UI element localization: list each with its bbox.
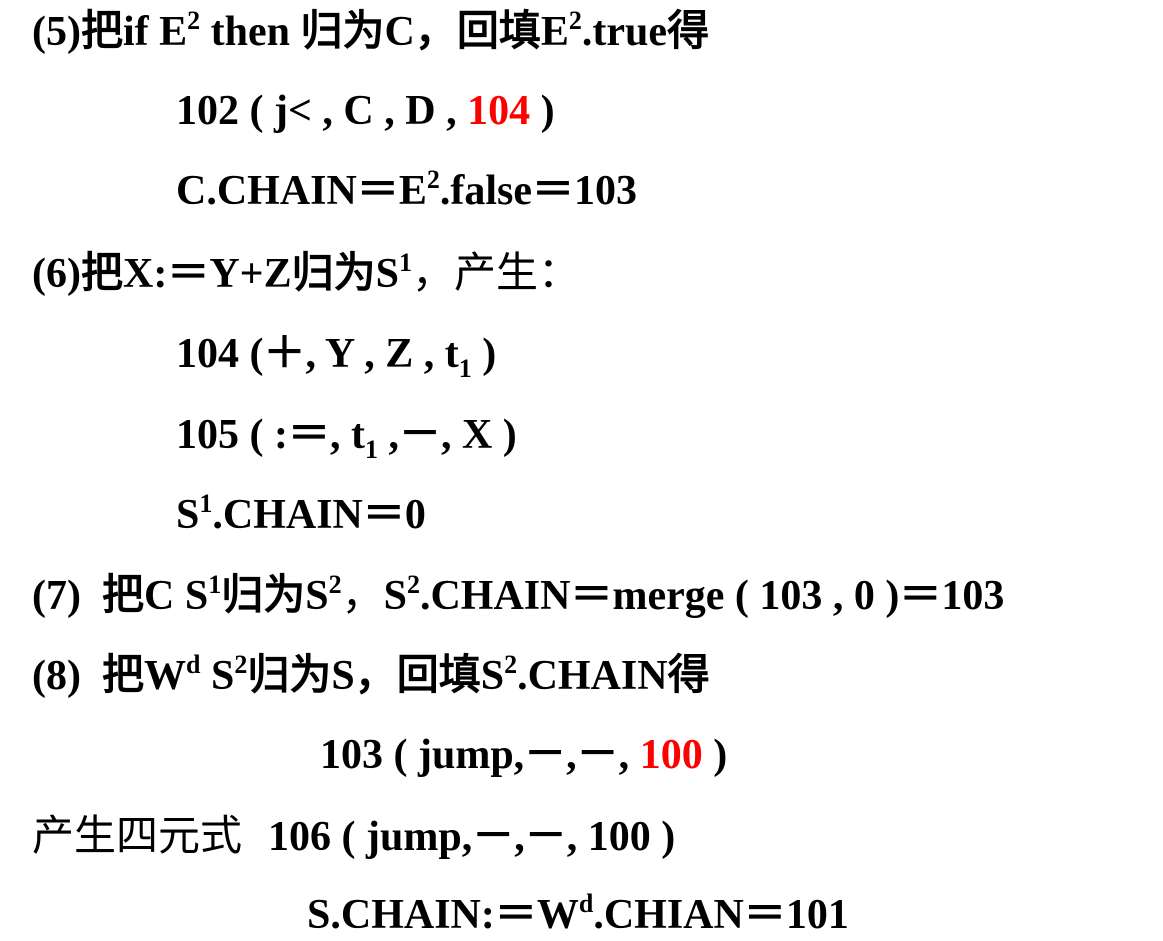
superscript: 2 — [504, 650, 518, 679]
step-number: (5) — [32, 9, 81, 55]
text-segment: X:＝Y+Z — [123, 251, 292, 297]
text-segment: ) — [702, 732, 728, 778]
cjk-text: 把 — [101, 570, 144, 619]
step-5-heading: (5)把if E2 then 归为C，回填E2.true得 — [32, 6, 709, 56]
text-segment: ) — [530, 88, 555, 134]
cjk-text: 回填 — [456, 6, 541, 55]
text-segment: if E — [123, 9, 188, 55]
text-segment: 104 (＋, Y , Z , t — [176, 331, 459, 377]
text-segment: 102 ( j< , C , D , — [176, 88, 468, 134]
chain-s: S.CHAIN:＝Wd.CHIAN＝101 — [307, 890, 849, 940]
superscript: 2 — [406, 570, 420, 599]
cjk-text: 得 — [667, 6, 710, 55]
quadruple-104: 104 (＋, Y , Z , t1 ) — [176, 329, 497, 382]
text-segment: S.CHAIN:＝W — [307, 892, 579, 938]
superscript: 2 — [568, 6, 582, 35]
text-segment: ) — [471, 331, 497, 377]
text-segment: S — [480, 653, 505, 699]
step-8-heading: (8) 把Wd S2归为S，回填S2.CHAIN得 — [32, 650, 710, 700]
text-segment: S — [375, 251, 399, 297]
backfill-value: 100 — [639, 732, 703, 778]
chain-c: C.CHAIN＝E2.false＝103 — [176, 166, 637, 216]
text-segment: 105 ( :＝, t — [176, 412, 365, 458]
superscript: 2 — [187, 6, 201, 35]
superscript: d — [578, 889, 594, 918]
text-segment: S — [176, 492, 200, 538]
text-segment: .CHAIN＝merge ( 103 , 0 )＝103 — [419, 573, 1005, 619]
subscript: 1 — [458, 354, 472, 383]
text-segment: .true — [581, 9, 668, 55]
text-segment: .CHAIN＝0 — [212, 492, 426, 538]
cjk-text: 归为 — [300, 6, 385, 55]
cjk-text: 归为 — [221, 570, 306, 619]
cjk-text: 把 — [80, 248, 123, 297]
text-segment: .CHIAN＝101 — [593, 892, 849, 938]
text-segment: S — [305, 573, 329, 619]
quadruple-103: 103 ( jump,－,－, 100 ) — [320, 730, 727, 780]
superscript: 1 — [208, 570, 222, 599]
cjk-text: 产生四元式 — [32, 811, 243, 860]
backfill-value: 104 — [467, 88, 531, 134]
cjk-text: ， — [341, 570, 384, 619]
cjk-text: 得 — [667, 650, 710, 699]
text-segment: E — [540, 9, 569, 55]
cjk-text: ，产生： — [411, 248, 580, 297]
superscript: 2 — [426, 165, 440, 194]
superscript: 2 — [328, 570, 342, 599]
text-segment: C， — [384, 9, 457, 55]
superscript: d — [186, 650, 201, 679]
cjk-text: 归为 — [291, 248, 376, 297]
cjk-text: 归为 — [247, 650, 332, 699]
text-segment: 103 ( jump,－,－, — [320, 732, 640, 778]
text-segment: 106 ( jump,－,－, 100 ) — [268, 814, 676, 860]
quadruple-105: 105 ( :＝, t1 ,－, X ) — [176, 410, 517, 463]
text-segment: .false＝103 — [439, 168, 638, 214]
quadruple-106-line: 产生四元式 106 ( jump,－,－, 100 ) — [32, 811, 675, 861]
cjk-text: 把 — [101, 650, 144, 699]
text-segment: then — [200, 9, 301, 55]
cjk-text: 把 — [80, 6, 123, 55]
text-segment: C.CHAIN＝E — [176, 168, 427, 214]
chain-s1: S1.CHAIN＝0 — [176, 490, 426, 540]
step-number: (8) — [32, 653, 102, 699]
text-segment: .CHAIN — [517, 653, 668, 699]
step-number: (6) — [32, 251, 81, 297]
subscript: 1 — [364, 435, 378, 464]
text-segment: W — [144, 653, 186, 699]
text-segment: C S — [144, 573, 209, 619]
text-segment: S — [383, 573, 407, 619]
text-segment: ,－, X ) — [377, 412, 517, 458]
quadruple-102: 102 ( j< , C , D , 104 ) — [176, 86, 555, 136]
superscript: 1 — [398, 248, 412, 277]
text-segment: S， — [331, 653, 397, 699]
superscript: 2 — [234, 650, 248, 679]
step-number: (7) — [32, 573, 102, 619]
text-segment: S — [200, 653, 235, 699]
superscript: 1 — [199, 489, 213, 518]
step-7-heading: (7) 把C S1归为S2，S2.CHAIN＝merge ( 103 , 0 )… — [32, 570, 1004, 620]
cjk-text: 回填 — [396, 650, 481, 699]
step-6-heading: (6)把X:＝Y+Z归为S1，产生： — [32, 248, 580, 298]
